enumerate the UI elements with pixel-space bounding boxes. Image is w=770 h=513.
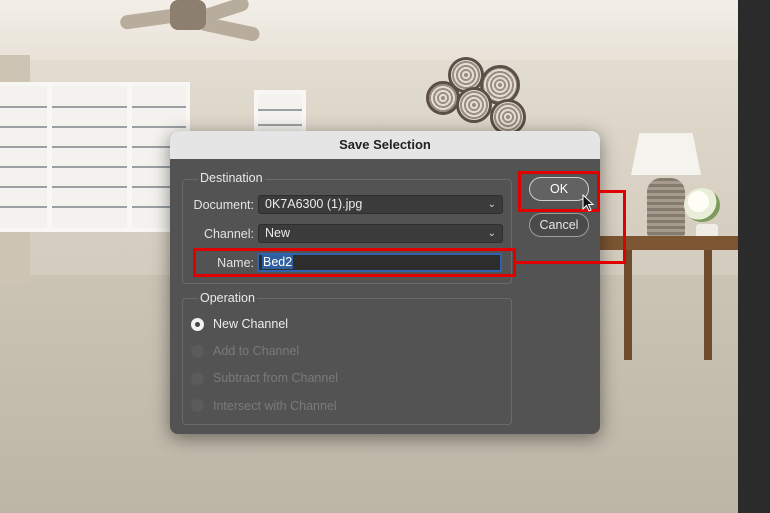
ceiling: [0, 0, 738, 60]
flowers: [684, 188, 720, 222]
chevron-down-icon: ⌄: [487, 228, 496, 239]
radio-intersect-with-channel[interactable]: [191, 399, 204, 412]
lamp-base: [647, 178, 685, 240]
new-channel-label[interactable]: New Channel: [213, 317, 288, 331]
ceiling-fan: [119, 0, 261, 60]
table-leg: [704, 250, 712, 360]
lamp-shade: [631, 133, 701, 175]
intersect-with-channel-label[interactable]: Intersect with Channel: [213, 399, 337, 413]
document-value: 0K7A6300 (1).jpg: [265, 197, 363, 211]
connector-bottom: [515, 261, 626, 264]
radio-subtract-from-channel[interactable]: [191, 372, 204, 385]
destination-legend: Destination: [198, 171, 265, 185]
chevron-down-icon: ⌄: [487, 199, 496, 210]
connector-vertical: [623, 190, 626, 264]
radio-new-channel[interactable]: [191, 318, 204, 331]
connector-top: [599, 190, 626, 193]
operation-legend: Operation: [198, 291, 257, 305]
mouse-pointer-icon: [582, 194, 595, 212]
channel-value: New: [265, 226, 291, 240]
radio-add-to-channel[interactable]: [191, 345, 204, 358]
channel-dropdown[interactable]: New ⌄: [258, 224, 503, 243]
cancel-button[interactable]: Cancel: [529, 213, 589, 237]
dialog-title: Save Selection: [170, 131, 600, 159]
workspace-edge: [738, 0, 770, 513]
add-to-channel-label[interactable]: Add to Channel: [213, 344, 299, 358]
document-dropdown[interactable]: 0K7A6300 (1).jpg ⌄: [258, 195, 503, 214]
table-leg: [624, 250, 632, 360]
wall-art: [418, 55, 533, 135]
console-table: [600, 236, 738, 250]
name-highlight-box: [193, 248, 516, 277]
document-label: Document:: [193, 198, 254, 212]
channel-label: Channel:: [203, 227, 254, 241]
subtract-from-channel-label[interactable]: Subtract from Channel: [213, 371, 338, 385]
window-left: [0, 82, 190, 232]
